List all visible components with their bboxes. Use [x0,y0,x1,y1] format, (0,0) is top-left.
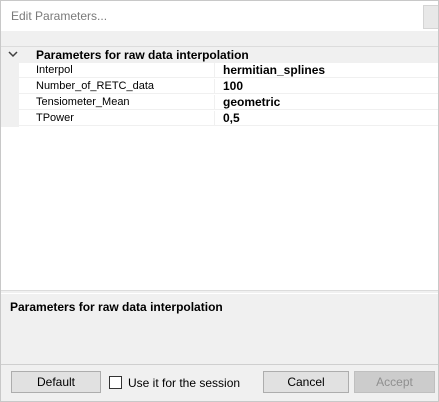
property-value[interactable]: 0,5 [215,111,438,126]
dialog-title: Edit Parameters... [11,9,108,23]
property-value[interactable]: hermitian_splines [215,63,438,78]
property-row-tensiometer-mean[interactable]: Tensiometer_Mean geometric [1,95,438,111]
accept-button[interactable]: Accept [354,371,435,393]
session-checkbox[interactable] [109,376,122,389]
title-bar: Edit Parameters... [1,1,438,31]
property-row-number-of-retc-data[interactable]: Number_of_RETC_data 100 [1,79,438,95]
category-row[interactable]: Parameters for raw data interpolation [1,47,438,63]
row-gutter [1,95,19,111]
property-name: Number_of_RETC_data [19,79,215,94]
property-name: TPower [19,111,215,126]
property-name: Interpol [19,63,215,78]
property-row-interpol[interactable]: Interpol hermitian_splines [1,63,438,79]
edit-parameters-dialog: Edit Parameters... Parameters for raw da… [0,0,439,402]
window-close-button[interactable] [423,5,438,29]
category-label: Parameters for raw data interpolation [36,48,249,62]
help-title: Parameters for raw data interpolation [10,300,223,314]
row-gutter [1,79,19,95]
property-value[interactable]: 100 [215,79,438,94]
row-gutter [1,111,19,127]
row-gutter [1,63,19,79]
property-row-tpower[interactable]: TPower 0,5 [1,111,438,127]
property-value[interactable]: geometric [215,95,438,110]
help-pane: Parameters for raw data interpolation [1,293,438,365]
property-name: Tensiometer_Mean [19,95,215,110]
property-grid: Parameters for raw data interpolation In… [1,46,438,291]
chevron-down-icon[interactable] [7,48,19,60]
session-checkbox-label[interactable]: Use it for the session [128,376,240,390]
default-button[interactable]: Default [11,371,101,393]
cancel-button[interactable]: Cancel [263,371,349,393]
